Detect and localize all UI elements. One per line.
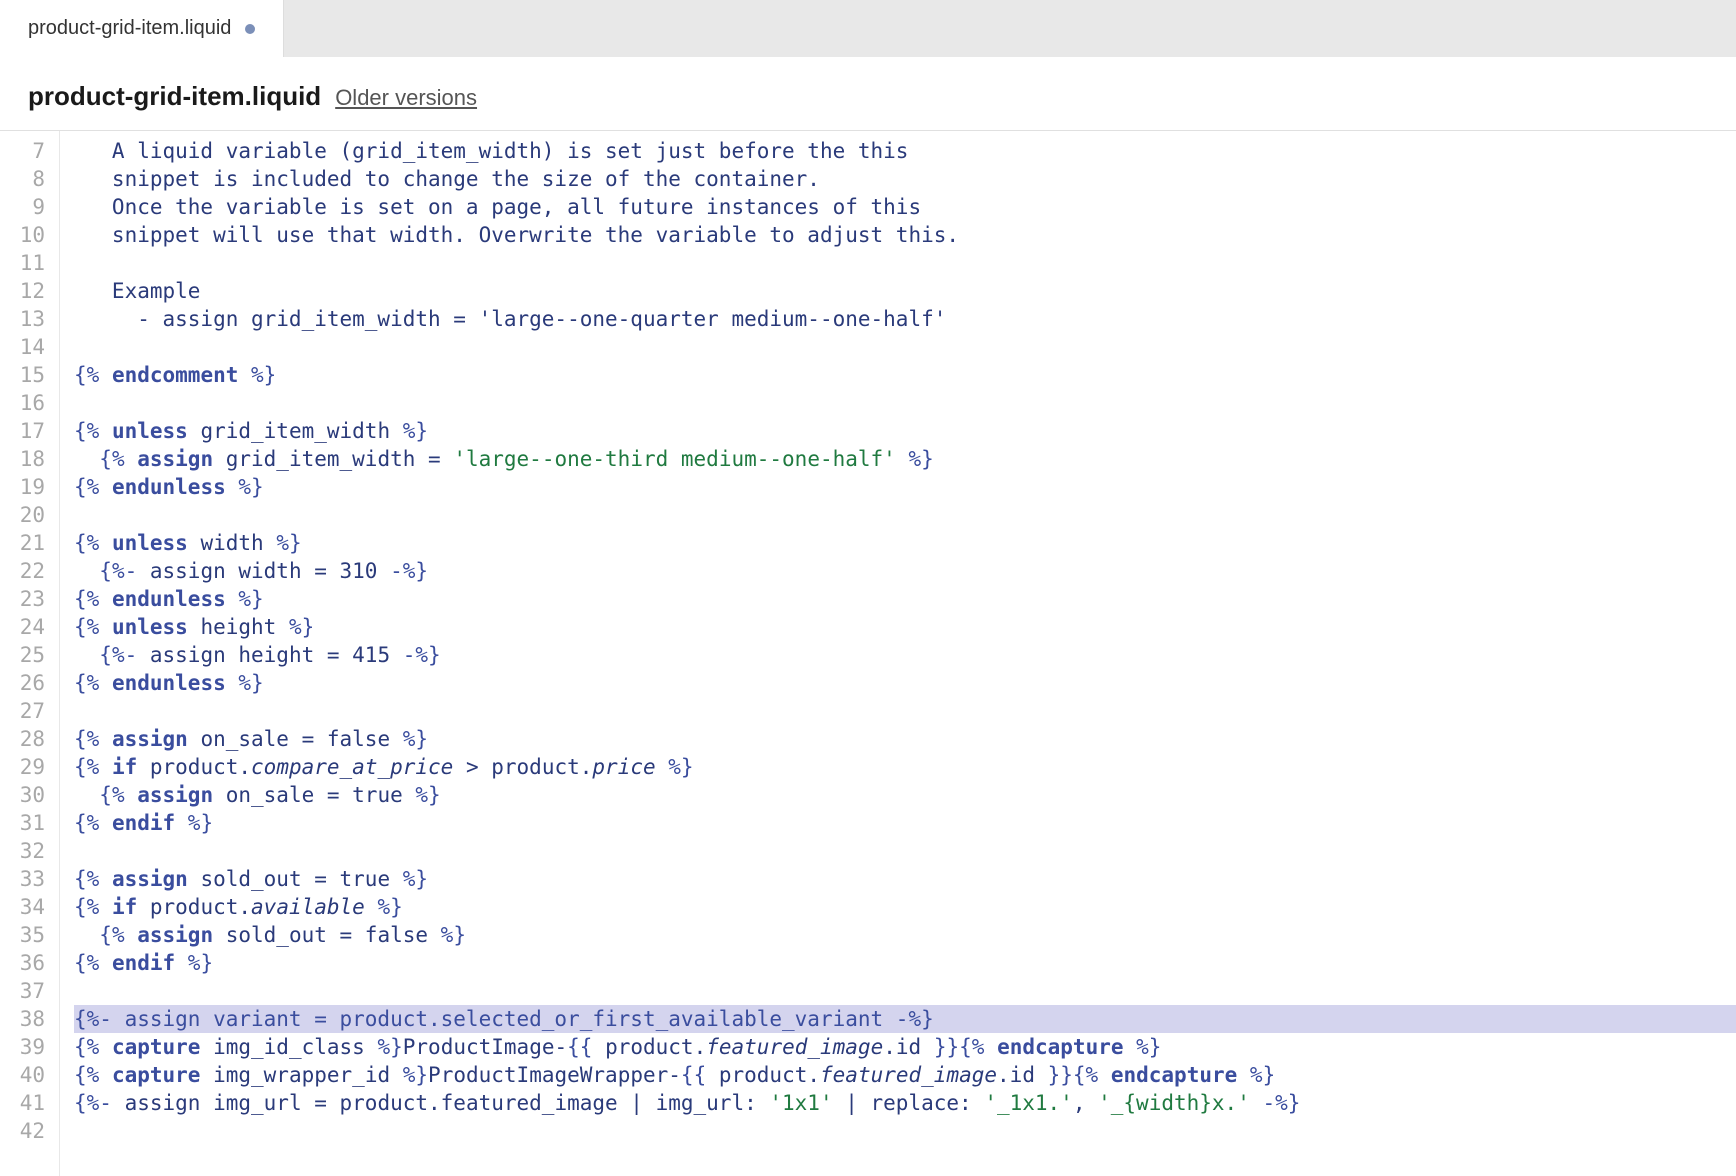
code-line[interactable]: {% assign grid_item_width = 'large--one-…	[74, 445, 1736, 473]
code-line[interactable]: {%- assign img_url = product.featured_im…	[74, 1089, 1736, 1117]
code-line[interactable]	[74, 697, 1736, 725]
line-number: 8	[0, 165, 59, 193]
code-line[interactable]: - assign grid_item_width = 'large--one-q…	[74, 305, 1736, 333]
code-line[interactable]: {% unless grid_item_width %}	[74, 417, 1736, 445]
tab-bar: product-grid-item.liquid	[0, 0, 1736, 57]
line-number: 25	[0, 641, 59, 669]
code-line[interactable]: {% assign on_sale = true %}	[74, 781, 1736, 809]
code-line[interactable]	[74, 1117, 1736, 1145]
code-line[interactable]	[74, 501, 1736, 529]
code-line[interactable]: {% capture img_wrapper_id %}ProductImage…	[74, 1061, 1736, 1089]
code-line[interactable]: {% capture img_id_class %}ProductImage-{…	[74, 1033, 1736, 1061]
code-line[interactable]: {% endunless %}	[74, 669, 1736, 697]
line-number: 31	[0, 809, 59, 837]
line-number: 29	[0, 753, 59, 781]
line-number: 41	[0, 1089, 59, 1117]
line-number: 9	[0, 193, 59, 221]
code-line[interactable]: {%- assign height = 415 -%}	[74, 641, 1736, 669]
line-number: 27	[0, 697, 59, 725]
line-number: 32	[0, 837, 59, 865]
code-line[interactable]	[74, 837, 1736, 865]
code-line[interactable]: {% endif %}	[74, 809, 1736, 837]
line-number: 26	[0, 669, 59, 697]
line-number: 22	[0, 557, 59, 585]
code-line[interactable]: {% endif %}	[74, 949, 1736, 977]
line-number: 28	[0, 725, 59, 753]
line-number: 11	[0, 249, 59, 277]
line-number: 18	[0, 445, 59, 473]
code-line[interactable]: snippet is included to change the size o…	[74, 165, 1736, 193]
line-number: 36	[0, 949, 59, 977]
unsaved-dot-icon	[245, 24, 255, 34]
code-line[interactable]: {%- assign width = 310 -%}	[74, 557, 1736, 585]
line-number: 38	[0, 1005, 59, 1033]
line-number: 15	[0, 361, 59, 389]
code-line[interactable]: {% endunless %}	[74, 585, 1736, 613]
line-number: 39	[0, 1033, 59, 1061]
code-line[interactable]: {% endunless %}	[74, 473, 1736, 501]
code-line[interactable]: {% endcomment %}	[74, 361, 1736, 389]
line-number: 24	[0, 613, 59, 641]
code-line[interactable]: {%- assign variant = product.selected_or…	[74, 1005, 1736, 1033]
line-number: 17	[0, 417, 59, 445]
code-editor[interactable]: 7891011121314151617181920212223242526272…	[0, 131, 1736, 1176]
line-number: 13	[0, 305, 59, 333]
line-number-gutter: 7891011121314151617181920212223242526272…	[0, 131, 60, 1176]
code-area[interactable]: A liquid variable (grid_item_width) is s…	[60, 131, 1736, 1176]
code-line[interactable]: snippet will use that width. Overwrite t…	[74, 221, 1736, 249]
file-tab[interactable]: product-grid-item.liquid	[0, 0, 284, 57]
code-line[interactable]	[74, 389, 1736, 417]
code-line[interactable]: {% unless width %}	[74, 529, 1736, 557]
tab-label: product-grid-item.liquid	[28, 17, 231, 40]
code-line[interactable]: Example	[74, 277, 1736, 305]
code-line[interactable]: {% assign sold_out = true %}	[74, 865, 1736, 893]
code-line[interactable]: A liquid variable (grid_item_width) is s…	[74, 137, 1736, 165]
line-number: 33	[0, 865, 59, 893]
code-line[interactable]	[74, 333, 1736, 361]
line-number: 7	[0, 137, 59, 165]
code-line[interactable]	[74, 977, 1736, 1005]
file-title: product-grid-item.liquid	[28, 81, 321, 112]
older-versions-link[interactable]: Older versions	[335, 85, 477, 111]
line-number: 20	[0, 501, 59, 529]
title-bar: product-grid-item.liquid Older versions	[0, 57, 1736, 131]
line-number: 10	[0, 221, 59, 249]
line-number: 35	[0, 921, 59, 949]
code-line[interactable]: {% if product.available %}	[74, 893, 1736, 921]
line-number: 21	[0, 529, 59, 557]
line-number: 23	[0, 585, 59, 613]
line-number: 37	[0, 977, 59, 1005]
code-line[interactable]	[74, 249, 1736, 277]
line-number: 30	[0, 781, 59, 809]
line-number: 14	[0, 333, 59, 361]
line-number: 42	[0, 1117, 59, 1145]
code-line[interactable]: Once the variable is set on a page, all …	[74, 193, 1736, 221]
line-number: 16	[0, 389, 59, 417]
code-line[interactable]: {% assign sold_out = false %}	[74, 921, 1736, 949]
line-number: 12	[0, 277, 59, 305]
line-number: 19	[0, 473, 59, 501]
line-number: 34	[0, 893, 59, 921]
code-line[interactable]: {% unless height %}	[74, 613, 1736, 641]
code-line[interactable]: {% if product.compare_at_price > product…	[74, 753, 1736, 781]
line-number: 40	[0, 1061, 59, 1089]
code-line[interactable]: {% assign on_sale = false %}	[74, 725, 1736, 753]
